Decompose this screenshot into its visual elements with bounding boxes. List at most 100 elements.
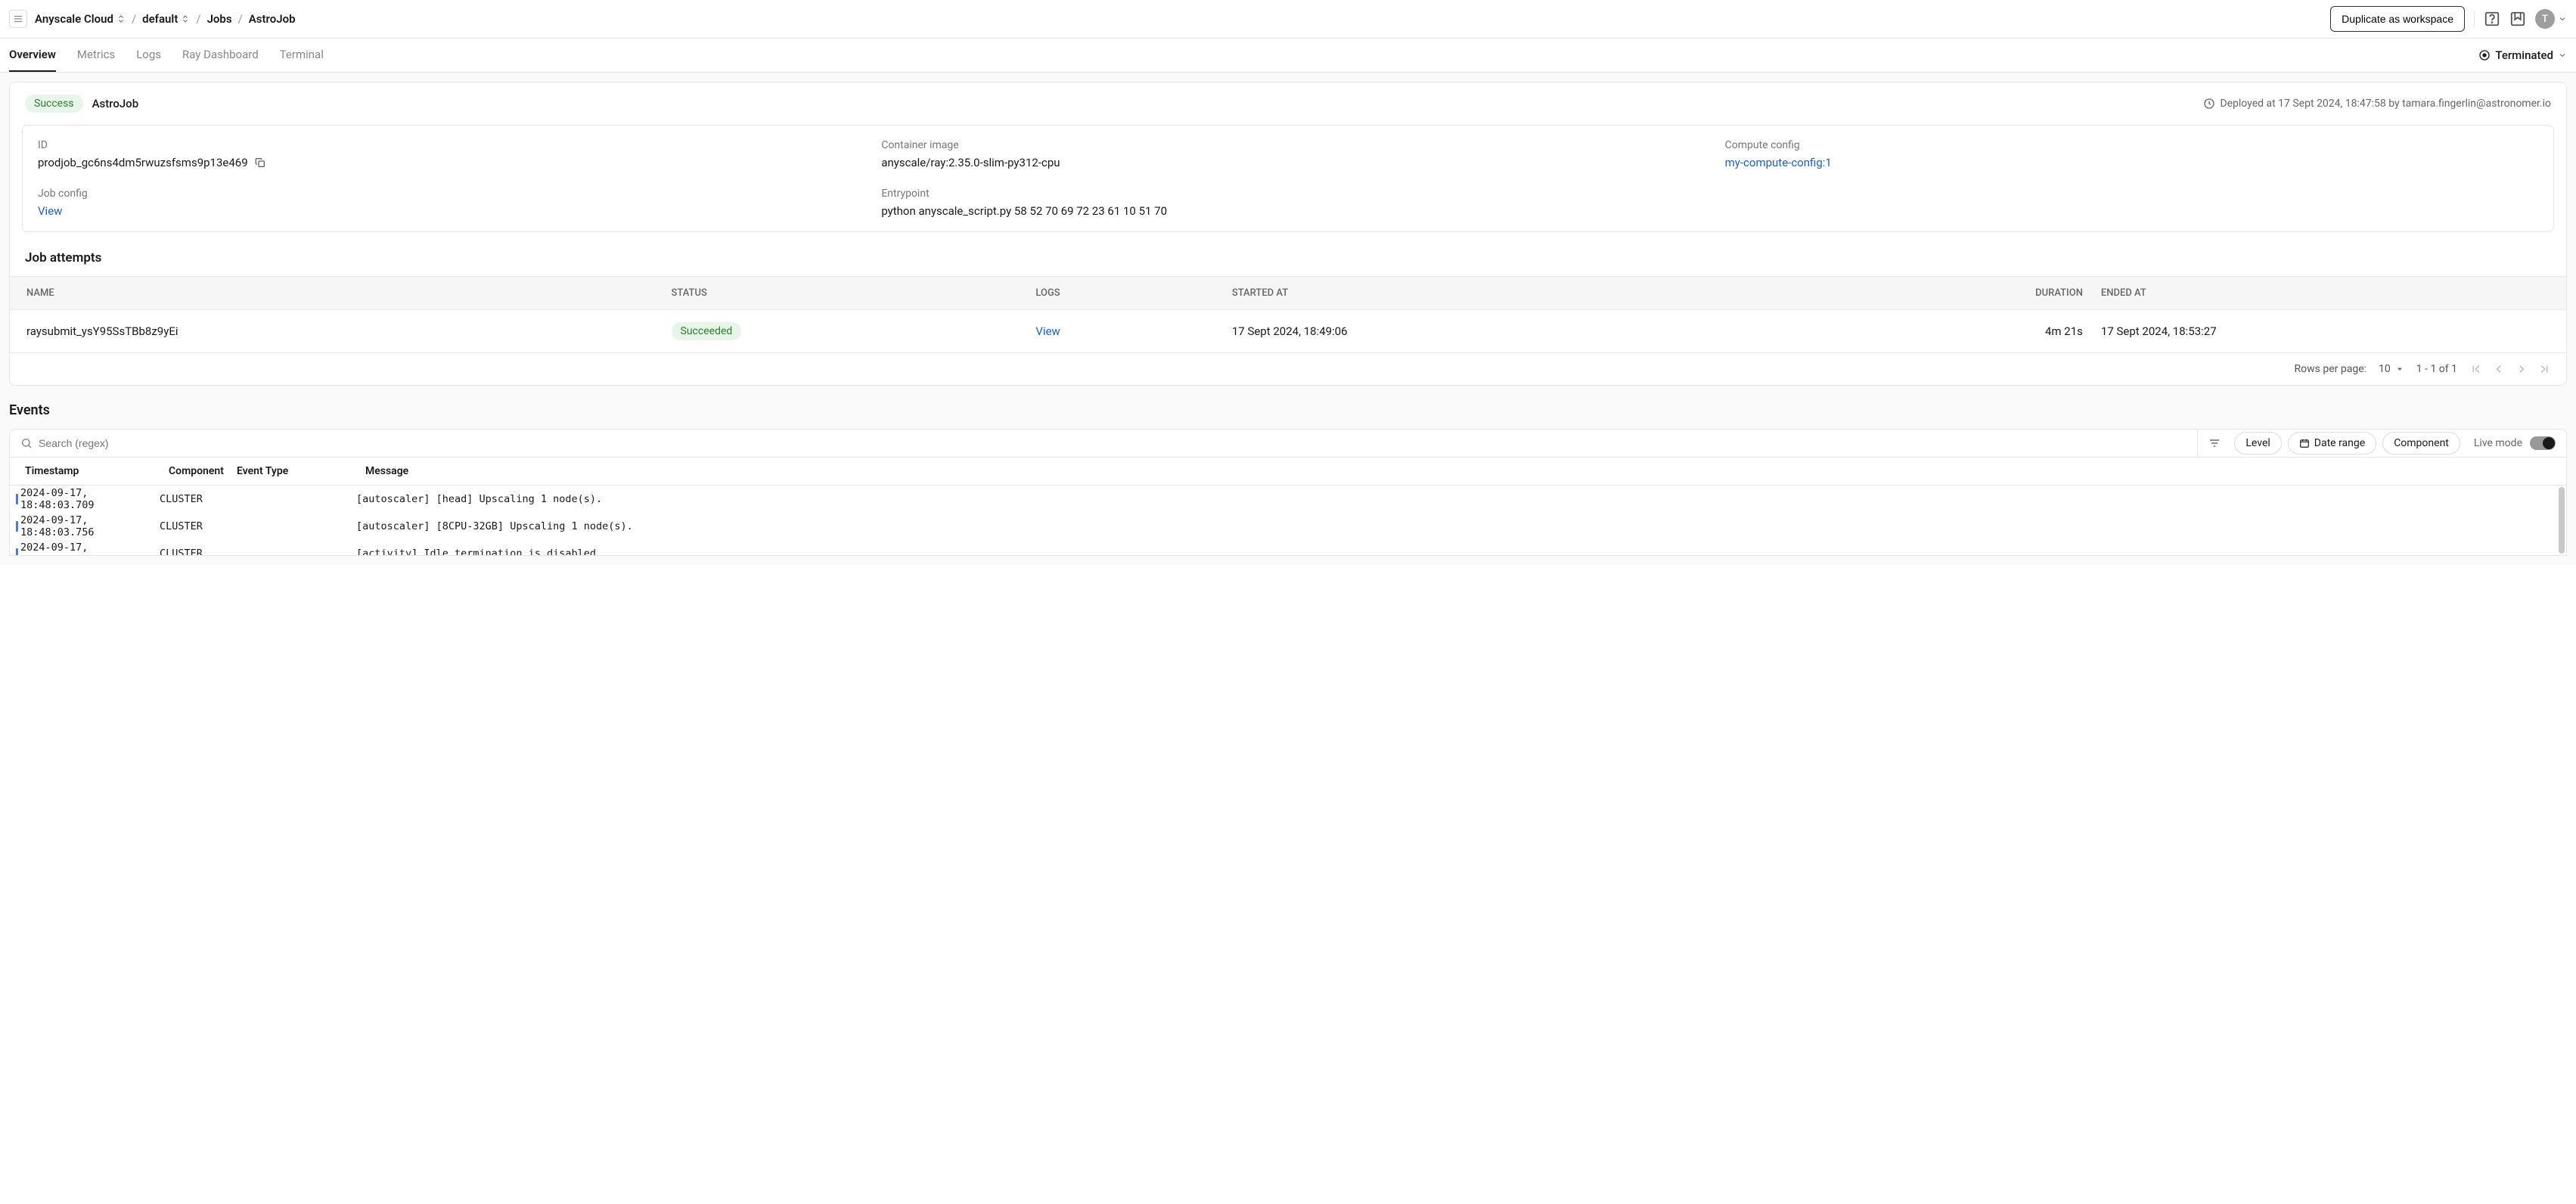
- hamburger-icon: [13, 14, 23, 24]
- event-msg: [autoscaler] [head] Upscaling 1 node(s).: [356, 493, 2556, 505]
- col-duration: DURATION: [1820, 287, 2101, 299]
- events-table-head: Timestamp Component Event Type Message: [9, 458, 2567, 486]
- col-logs: LOGS: [1035, 287, 1231, 299]
- tab-logs[interactable]: Logs: [136, 39, 161, 72]
- live-mode-wrap: Live mode: [2463, 436, 2566, 450]
- event-level-bar: [16, 548, 18, 555]
- rows-per-page-label: Rows per page:: [2295, 363, 2367, 375]
- chevron-updown-icon: [116, 14, 126, 23]
- detail-config-link[interactable]: View: [38, 204, 851, 218]
- event-msg: [autoscaler] [8CPU-32GB] Upscaling 1 nod…: [356, 520, 2556, 532]
- event-ts: 2024-09-17, 18:48:03.817: [20, 541, 160, 555]
- duplicate-workspace-button[interactable]: Duplicate as workspace: [2330, 6, 2465, 32]
- filter-button[interactable]: [2198, 430, 2231, 457]
- detail-id: ID prodjob_gc6ns4dm5rwuzsfsms9p13e469: [38, 139, 851, 169]
- level-filter[interactable]: Level: [2234, 432, 2281, 455]
- col-status: STATUS: [672, 287, 1036, 299]
- menu-button[interactable]: [9, 10, 27, 28]
- detail-compute: Compute config my-compute-config:1: [1725, 139, 2538, 169]
- tab-terminal[interactable]: Terminal: [280, 39, 324, 72]
- event-row: 2024-09-17, 18:48:03.756 CLUSTER [autosc…: [10, 513, 2566, 540]
- date-range-label: Date range: [2314, 437, 2365, 449]
- bookmark-icon[interactable]: [2509, 11, 2526, 27]
- date-range-filter[interactable]: Date range: [2288, 432, 2376, 455]
- search-icon: [20, 437, 33, 449]
- filter-icon: [2208, 437, 2221, 449]
- col-ended: ENDED AT: [2101, 287, 2550, 299]
- rows-per-page-select[interactable]: 10: [2379, 363, 2404, 375]
- scrollbar[interactable]: [2559, 487, 2565, 554]
- status-badge: Success: [25, 95, 83, 113]
- job-attempts-title: Job attempts: [10, 244, 2566, 276]
- tab-metrics[interactable]: Metrics: [77, 39, 115, 72]
- job-header-left: Success AstroJob: [25, 95, 138, 113]
- detail-id-value: prodjob_gc6ns4dm5rwuzsfsms9p13e469: [38, 156, 248, 169]
- live-mode-label: Live mode: [2474, 437, 2522, 449]
- detail-id-label: ID: [38, 139, 851, 151]
- first-page-icon[interactable]: [2469, 362, 2483, 376]
- detail-config: Job config View: [38, 188, 851, 218]
- event-row: 2024-09-17, 18:48:03.709 CLUSTER [autosc…: [10, 486, 2566, 513]
- detail-entrypoint: Entrypoint python anyscale_script.py 58 …: [881, 188, 1694, 218]
- cell-name: raysubmit_ysY95SsTBb8z9yEi: [26, 324, 672, 338]
- header-left: Anyscale Cloud / default / Jobs / AstroJ…: [9, 10, 296, 28]
- deployed-info: Deployed at 17 Sept 2024, 18:47:58 by ta…: [2203, 98, 2551, 110]
- succeeded-badge: Succeeded: [672, 322, 742, 340]
- detail-config-label: Job config: [38, 188, 851, 200]
- status-label: Terminated: [2495, 48, 2553, 62]
- page-nav-icons: [2469, 362, 2551, 376]
- component-filter[interactable]: Component: [2382, 432, 2460, 455]
- breadcrumb-project[interactable]: default: [142, 12, 190, 26]
- evtcol-timestamp: Timestamp: [25, 465, 169, 477]
- col-name: NAME: [26, 287, 672, 299]
- events-scroll[interactable]: 2024-09-17, 18:48:03.709 CLUSTER [autosc…: [10, 486, 2566, 555]
- table-row: raysubmit_ysY95SsTBb8z9yEi Succeeded Vie…: [10, 310, 2566, 353]
- live-mode-toggle[interactable]: [2530, 436, 2556, 450]
- breadcrumb-cloud-label: Anyscale Cloud: [35, 12, 113, 26]
- divider: [2474, 11, 2475, 27]
- event-ts: 2024-09-17, 18:48:03.756: [20, 514, 160, 538]
- deployed-text: Deployed at 17 Sept 2024, 18:47:58 by ta…: [2220, 98, 2551, 110]
- job-card-header: Success AstroJob Deployed at 17 Sept 202…: [10, 82, 2566, 125]
- detail-entrypoint-label: Entrypoint: [881, 188, 1694, 200]
- content: Success AstroJob Deployed at 17 Sept 202…: [0, 73, 2576, 565]
- pagination: Rows per page: 10 1 - 1 of 1: [10, 353, 2566, 385]
- chevron-down-icon: [2558, 51, 2567, 60]
- event-ts: 2024-09-17, 18:48:03.709: [20, 487, 160, 511]
- clock-icon: [2203, 98, 2215, 110]
- header: Anyscale Cloud / default / Jobs / AstroJ…: [0, 0, 2576, 39]
- breadcrumb-project-label: default: [142, 12, 178, 26]
- tab-ray-dashboard[interactable]: Ray Dashboard: [182, 39, 259, 72]
- event-comp: CLUSTER: [160, 493, 228, 505]
- tab-overview[interactable]: Overview: [9, 39, 56, 72]
- breadcrumb-section[interactable]: Jobs: [207, 12, 232, 26]
- cell-logs-link[interactable]: View: [1035, 324, 1231, 338]
- cell-started: 17 Sept 2024, 18:49:06: [1232, 324, 1820, 338]
- calendar-icon: [2299, 438, 2310, 448]
- search-input[interactable]: [39, 437, 2186, 449]
- breadcrumb-cloud[interactable]: Anyscale Cloud: [35, 12, 126, 26]
- events-body: 2024-09-17, 18:48:03.709 CLUSTER [autosc…: [9, 486, 2567, 556]
- prev-page-icon[interactable]: [2492, 362, 2506, 376]
- status-dropdown[interactable]: Terminated: [2478, 48, 2567, 62]
- detail-compute-link[interactable]: my-compute-config:1: [1725, 156, 2538, 169]
- event-level-bar: [16, 494, 18, 504]
- cell-duration: 4m 21s: [1820, 324, 2101, 338]
- breadcrumb-separator: /: [196, 12, 200, 26]
- cell-status: Succeeded: [672, 322, 1036, 340]
- detail-container-label: Container image: [881, 139, 1694, 151]
- events-title: Events: [9, 402, 2567, 418]
- cell-ended: 17 Sept 2024, 18:53:27: [2101, 324, 2550, 338]
- event-msg: [activity] Idle termination is disabled.: [356, 548, 2556, 555]
- attempts-table-head: NAME STATUS LOGS STARTED AT DURATION END…: [10, 276, 2566, 310]
- next-page-icon[interactable]: [2515, 362, 2528, 376]
- col-started: STARTED AT: [1232, 287, 1820, 299]
- help-icon[interactable]: [2484, 11, 2500, 27]
- detail-id-value-row: prodjob_gc6ns4dm5rwuzsfsms9p13e469: [38, 156, 851, 169]
- job-card: Success AstroJob Deployed at 17 Sept 202…: [9, 82, 2567, 386]
- last-page-icon[interactable]: [2537, 362, 2551, 376]
- attempts-table: NAME STATUS LOGS STARTED AT DURATION END…: [10, 276, 2566, 353]
- user-menu[interactable]: T: [2535, 9, 2567, 29]
- copy-icon[interactable]: [254, 157, 266, 169]
- evtcol-message: Message: [365, 465, 2551, 477]
